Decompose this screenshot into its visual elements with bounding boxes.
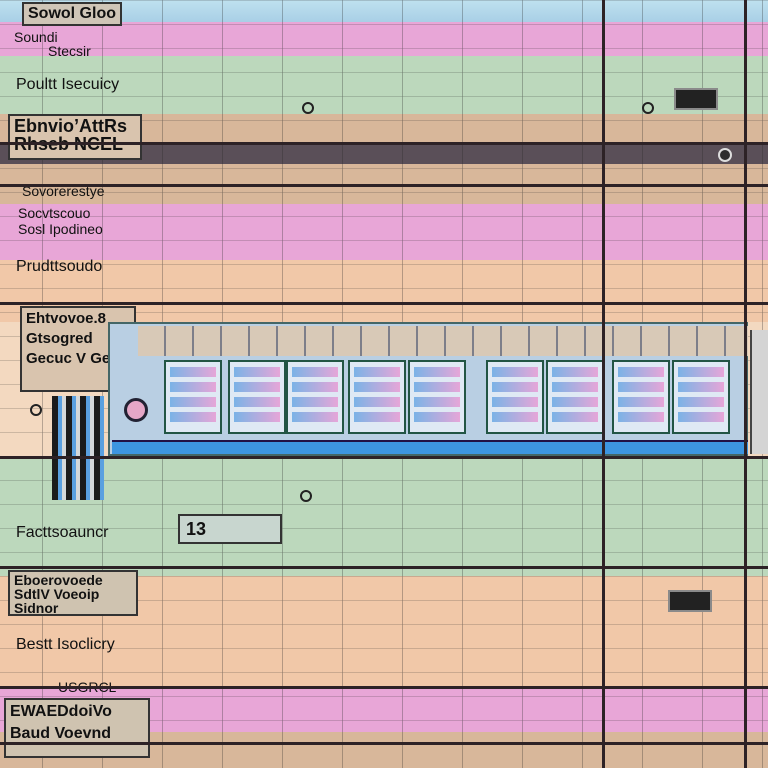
drag-handle-icon[interactable] <box>718 148 732 162</box>
header-caption: Stecsir <box>48 43 91 59</box>
status-indicator <box>668 590 712 612</box>
row-divider <box>0 742 768 745</box>
app-window: Sowol Gloo Soundi Stecsir Poultt Isecuic… <box>0 0 768 768</box>
rack-header-strip <box>138 326 748 356</box>
rack-rail <box>112 440 748 454</box>
row-marker-icon[interactable] <box>300 490 312 502</box>
rack-module-8[interactable] <box>612 360 670 434</box>
row-band-8 <box>0 456 768 576</box>
scrollbar-thumb[interactable] <box>750 330 768 454</box>
info-box-c-line3: Sidnor <box>14 600 59 616</box>
row-label-4[interactable]: Bestt Isoclicry <box>16 636 115 654</box>
rack-module-4[interactable] <box>348 360 406 434</box>
row-marker-icon[interactable] <box>302 102 314 114</box>
row-band-1 <box>0 22 768 56</box>
rack-module-9[interactable] <box>672 360 730 434</box>
info-box-a-line1: Ebnvio’AttRs <box>14 116 128 136</box>
power-icon[interactable] <box>30 404 42 416</box>
header-title: Sowol Gloo <box>22 2 122 26</box>
row-label-2[interactable]: Prudttsoudo <box>16 258 102 276</box>
mid-label-3: Sosl Ipodineo <box>18 221 103 237</box>
rack-module-3[interactable] <box>286 360 344 434</box>
mid-label-2: Socvtscouo <box>18 205 91 221</box>
row-label-1[interactable]: Poultt Isecuicy <box>16 76 119 94</box>
info-box-a: Ebnvio’AttRs Rhseb NCEL <box>8 114 142 160</box>
rack-knob-icon[interactable] <box>124 398 148 422</box>
row-marker-icon[interactable] <box>642 102 654 114</box>
column-divider <box>602 0 605 768</box>
info-box-c-line1: Eboerovoede <box>14 572 103 588</box>
header-subtitle: Soundi <box>14 29 58 45</box>
row-divider <box>0 456 768 459</box>
row-divider <box>0 142 768 145</box>
rack-module-5[interactable] <box>408 360 466 434</box>
row-divider <box>0 184 768 187</box>
side-connector-panel <box>52 396 104 500</box>
row-divider <box>0 566 768 569</box>
info-box-c: Eboerovoede SdtlV Voeoip Sidnor <box>8 570 138 616</box>
rack-module-1[interactable] <box>164 360 222 434</box>
row-label-3[interactable]: Facttsoauncr <box>16 524 108 542</box>
row-divider <box>0 686 768 689</box>
rack-module-6[interactable] <box>486 360 544 434</box>
column-divider <box>744 0 747 768</box>
info-box-d-line1: EWAEDdoiVo <box>10 703 112 720</box>
rack-module-7[interactable] <box>546 360 604 434</box>
row-band-6 <box>0 204 768 260</box>
info-box-d: EWAEDdoiVo Baud Voevnd <box>4 698 150 758</box>
status-indicator <box>674 88 718 110</box>
value-field[interactable]: 13 <box>178 514 282 544</box>
row-divider <box>0 302 768 305</box>
info-box-c-line2: SdtlV Voeoip <box>14 586 100 602</box>
rack-module-2[interactable] <box>228 360 286 434</box>
